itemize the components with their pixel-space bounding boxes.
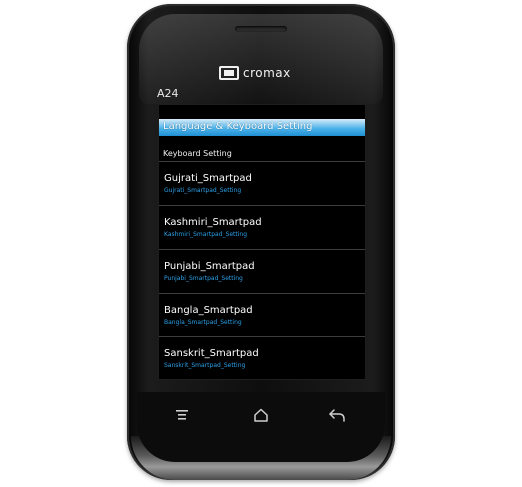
brand-logo: cromax xyxy=(219,62,291,84)
list-item-subtitle: Gujrati_Smartpad_Setting xyxy=(164,187,242,194)
menu-icon xyxy=(175,409,189,421)
keyboard-setting-header: Keyboard Setting xyxy=(163,149,232,158)
home-icon xyxy=(253,408,269,422)
list-item-subtitle: Bangla_Smartpad_Setting xyxy=(164,319,242,326)
list-item-bangla[interactable]: Bangla_Smartpad Bangla_Smartpad_Setting xyxy=(159,294,365,337)
list-item-title: Sanskrit_Smartpad xyxy=(164,348,259,359)
back-icon xyxy=(328,408,346,422)
list-item-sanskrit[interactable]: Sanskrit_Smartpad Sanskrit_Smartpad_Sett… xyxy=(159,337,365,379)
phone-screen: Language & Keyboard Setting Keyboard Set… xyxy=(158,104,366,380)
back-button[interactable] xyxy=(325,405,349,425)
home-button[interactable] xyxy=(249,405,273,425)
micromax-logo-icon xyxy=(219,66,239,80)
list-item-punjabi[interactable]: Punjabi_Smartpad Punjabi_Smartpad_Settin… xyxy=(159,250,365,293)
model-label: A24 xyxy=(157,87,179,100)
list-item-title: Kashmiri_Smartpad xyxy=(164,217,262,228)
menu-button[interactable] xyxy=(170,405,194,425)
list-item-gujrati[interactable]: Gujrati_Smartpad Gujrati_Smartpad_Settin… xyxy=(159,162,365,205)
list-item-title: Bangla_Smartpad xyxy=(164,305,253,316)
phone-bottom-face xyxy=(137,392,385,462)
phone-device: cromax A24 Language & Keyboard Setting K… xyxy=(127,4,395,480)
list-item-title: Punjabi_Smartpad xyxy=(164,261,255,272)
earpiece-speaker xyxy=(235,26,287,32)
list-item-subtitle: Sanskrit_Smartpad_Setting xyxy=(164,362,246,369)
list-item-subtitle: Punjabi_Smartpad_Setting xyxy=(164,275,243,282)
brand-name: cromax xyxy=(243,66,291,80)
list-item-kashmiri[interactable]: Kashmiri_Smartpad Kashmiri_Smartpad_Sett… xyxy=(159,206,365,249)
list-item-subtitle: Kashmiri_Smartpad_Setting xyxy=(164,231,248,238)
settings-title: Language & Keyboard Setting xyxy=(163,121,313,132)
settings-title-bar: Language & Keyboard Setting xyxy=(159,119,365,136)
list-item-title: Gujrati_Smartpad xyxy=(164,173,252,184)
